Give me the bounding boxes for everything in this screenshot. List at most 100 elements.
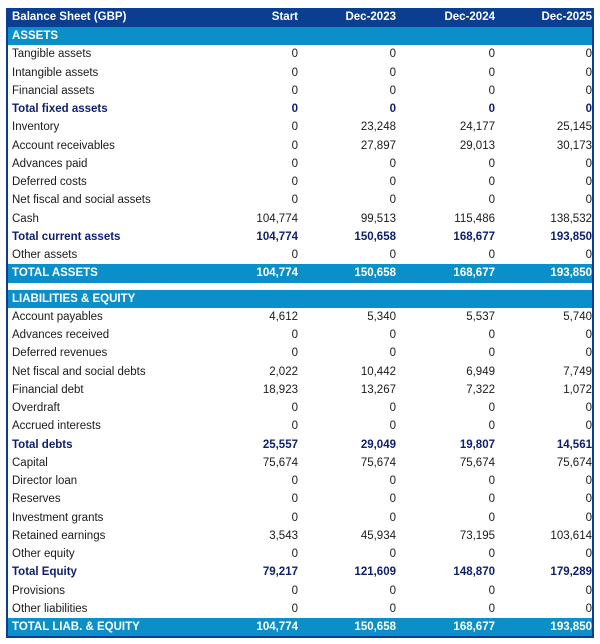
- subtotal-row: Total Equity 79,217 121,609 148,870 179,289: [8, 563, 592, 581]
- row-label: Financial debt: [12, 383, 84, 396]
- cell-dec-2023: 29,049: [360, 438, 396, 451]
- row-label: Accrued interests: [12, 420, 101, 433]
- row-label: Total debts: [12, 438, 73, 451]
- table-row: Investment grants 0 0 0 0: [8, 509, 592, 527]
- cell-dec-2023: 150,658: [354, 621, 396, 633]
- cell-dec-2025: 0: [585, 48, 592, 61]
- cell-dec-2024: 168,677: [453, 621, 495, 633]
- cell-dec-2024: 0: [488, 493, 495, 506]
- row-label: Deferred costs: [12, 176, 87, 188]
- cell-dec-2024: 7,322: [466, 383, 495, 396]
- cell-dec-2024: 0: [488, 66, 495, 79]
- cell-dec-2024: 0: [488, 511, 495, 524]
- row-label: Reserves: [12, 493, 61, 506]
- cell-dec-2023: 10,442: [360, 365, 396, 378]
- total-liabilities-equity-row: TOTAL LIAB. & EQUITY 104,774 150,658 168…: [8, 618, 592, 637]
- table-row: Cash 104,774 99,513 115,486 138,532: [8, 210, 592, 228]
- section-divider: [8, 282, 592, 290]
- cell-dec-2025: 0: [585, 157, 592, 170]
- cell-dec-2024: 0: [488, 103, 495, 115]
- cell-start: 2,022: [269, 365, 298, 378]
- cell-dec-2024: 148,870: [453, 566, 495, 579]
- cell-dec-2024: 5,537: [466, 310, 495, 323]
- cell-start: 104,774: [256, 267, 298, 280]
- cell-dec-2023: 0: [389, 66, 396, 79]
- subtotal-row: Total debts 25,557 29,049 19,807 14,561: [8, 436, 592, 454]
- cell-dec-2025: 0: [585, 584, 592, 597]
- cell-dec-2025: 0: [585, 194, 592, 207]
- cell-dec-2023: 75,674: [360, 456, 396, 469]
- table-row: Other liabilities 0 0 0 0: [8, 600, 592, 618]
- cell-start: 0: [291, 48, 298, 61]
- table-row: Advances received 0 0 0 0: [8, 326, 592, 344]
- cell-start: 79,217: [262, 566, 298, 579]
- cell-dec-2023: 0: [389, 48, 396, 61]
- cell-dec-2024: 168,677: [453, 230, 495, 243]
- cell-dec-2025: 1,072: [563, 383, 592, 396]
- cell-start: 0: [291, 103, 298, 115]
- cell-dec-2025: 30,173: [556, 139, 592, 152]
- table-row: Advances paid 0 0 0 0: [8, 155, 592, 173]
- cell-dec-2023: 0: [389, 194, 396, 207]
- cell-dec-2024: 0: [488, 475, 495, 487]
- cell-dec-2024: 0: [488, 602, 495, 615]
- row-label: Intangible assets: [12, 66, 99, 79]
- table-row: Net fiscal and social debts 2,022 10,442 6,…: [8, 363, 592, 381]
- row-label: Net fiscal and social debts: [12, 365, 146, 378]
- cell-dec-2023: 0: [389, 402, 396, 414]
- cell-dec-2023: 0: [389, 103, 396, 115]
- cell-dec-2025: 0: [585, 548, 592, 560]
- cell-start: 18,923: [262, 383, 298, 396]
- row-label: Account payables: [12, 310, 103, 323]
- cell-dec-2025: 0: [585, 475, 592, 487]
- table-title: Balance Sheet (GBP): [12, 11, 127, 23]
- row-label: Tangible assets: [12, 48, 92, 61]
- cell-dec-2024: 0: [488, 84, 495, 97]
- row-label: Advances paid: [12, 157, 88, 170]
- subtotal-row: Total fixed assets 0 0 0 0: [8, 100, 592, 118]
- cell-start: 0: [291, 493, 298, 506]
- row-label: Overdraft: [12, 402, 60, 414]
- cell-start: 0: [291, 249, 298, 261]
- cell-dec-2024: 0: [488, 48, 495, 61]
- cell-dec-2023: 0: [389, 584, 396, 597]
- cell-start: 104,774: [256, 212, 298, 225]
- row-label: Cash: [12, 212, 39, 225]
- row-label: Account receivables: [12, 139, 115, 152]
- table-row: Provisions 0 0 0 0: [8, 582, 592, 600]
- cell-dec-2024: 0: [488, 176, 495, 188]
- cell-dec-2024: 19,807: [459, 438, 495, 451]
- cell-start: 0: [291, 157, 298, 170]
- cell-dec-2023: 121,609: [354, 566, 396, 579]
- cell-dec-2023: 150,658: [354, 230, 396, 243]
- cell-dec-2024: 73,195: [459, 529, 495, 542]
- table-row: Intangible assets 0 0 0 0: [8, 64, 592, 82]
- cell-dec-2025: 14,561: [556, 438, 592, 451]
- balance-sheet-table: Balance Sheet (GBP) Start Dec-2023 Dec-2…: [6, 8, 594, 639]
- table-row: Retained earnings 3,543 45,934 73,195 103,61…: [8, 527, 592, 545]
- cell-start: 0: [291, 329, 298, 341]
- cell-start: 0: [291, 194, 298, 207]
- cell-dec-2025: 0: [585, 347, 592, 360]
- table-row: Capital 75,674 75,674 75,674 75,674: [8, 454, 592, 472]
- row-label: Financial assets: [12, 84, 95, 97]
- cell-dec-2023: 0: [389, 157, 396, 170]
- table-header-row: Balance Sheet (GBP) Start Dec-2023 Dec-2…: [8, 8, 592, 27]
- liabilities-rows: Account payables 4,612 5,340 5,537 5,740 Adva…: [8, 308, 592, 618]
- row-label: Total current assets: [12, 230, 121, 243]
- table-row: Financial debt 18,923 13,267 7,322 1,072: [8, 381, 592, 399]
- row-label: Deferred revenues: [12, 347, 108, 360]
- cell-dec-2025: 0: [585, 103, 592, 115]
- cell-dec-2025: 0: [585, 420, 592, 433]
- column-header-start: Start: [271, 11, 298, 23]
- row-label: Capital: [12, 456, 48, 469]
- cell-dec-2023: 99,513: [360, 212, 396, 225]
- row-label: Total fixed assets: [12, 103, 108, 115]
- row-label: Other liabilities: [12, 602, 88, 615]
- cell-dec-2025: 0: [585, 176, 592, 188]
- cell-dec-2025: 0: [585, 249, 592, 261]
- cell-dec-2024: 0: [488, 194, 495, 207]
- cell-dec-2024: 29,013: [459, 139, 495, 152]
- table-row: Deferred revenues 0 0 0 0: [8, 344, 592, 362]
- table-row: Net fiscal and social assets 0 0 0 0: [8, 191, 592, 209]
